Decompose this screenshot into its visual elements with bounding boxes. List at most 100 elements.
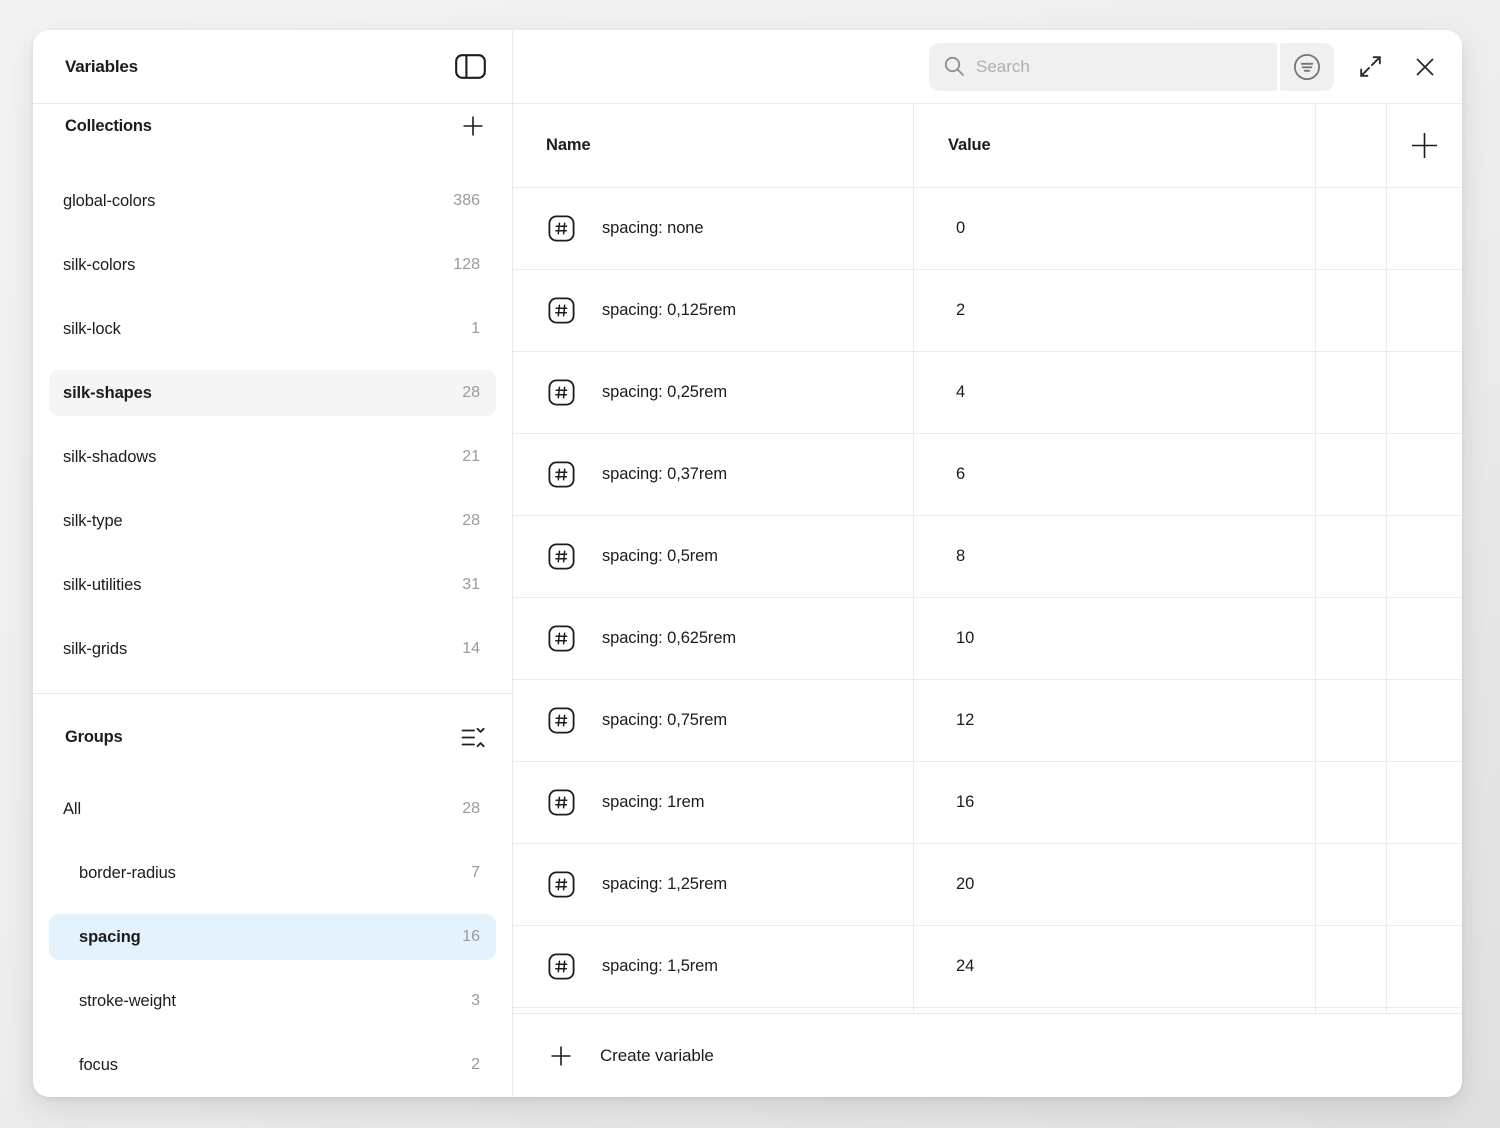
collection-label: silk-shadows — [63, 448, 462, 467]
column-header-value: Value — [914, 104, 1316, 187]
close-button[interactable] — [1410, 52, 1440, 82]
variable-value: 10 — [956, 629, 974, 648]
table-row[interactable]: spacing: none 0 — [513, 188, 1462, 270]
toggle-sidebar-button[interactable] — [455, 54, 486, 79]
collapse-groups-button[interactable] — [460, 724, 486, 751]
collection-label: silk-lock — [63, 320, 471, 339]
add-mode-button[interactable] — [1409, 130, 1440, 161]
column-header-name: Name — [513, 104, 914, 187]
sidebar-item-group[interactable]: All 28 — [49, 777, 496, 841]
group-count: 2 — [471, 1056, 480, 1074]
number-variable-icon — [548, 707, 575, 734]
number-variable-icon — [548, 953, 575, 980]
search-placeholder: Search — [976, 57, 1030, 77]
filter-icon — [1293, 53, 1321, 81]
search-icon — [943, 55, 966, 78]
variable-name: spacing: 1,25rem — [602, 875, 727, 894]
variable-name: spacing: 0,75rem — [602, 711, 727, 730]
variable-name: spacing: 1rem — [602, 793, 704, 812]
sidebar-item-collection[interactable]: silk-shadows 21 — [49, 425, 496, 489]
number-variable-icon — [548, 461, 575, 488]
sidebar-item-collection[interactable]: silk-utilities 31 — [49, 553, 496, 617]
create-variable-label: Create variable — [600, 1046, 714, 1066]
groups-section-header: Groups — [33, 715, 512, 759]
variable-value: 2 — [956, 301, 965, 320]
sidebar-item-collection[interactable]: silk-grids 14 — [49, 617, 496, 681]
table-row[interactable]: spacing: 0,5rem 8 — [513, 516, 1462, 598]
toolbar: Search — [513, 30, 1462, 104]
page-title: Variables — [65, 57, 138, 77]
sidebar-item-collection[interactable]: silk-shapes 28 — [49, 361, 496, 425]
main-area: Search — [513, 30, 1462, 1097]
table-row[interactable]: spacing: 1,5rem 24 — [513, 926, 1462, 1008]
sidebar-item-collection[interactable]: silk-type 28 — [49, 489, 496, 553]
collections-section-header: Collections — [33, 104, 512, 148]
filter-button[interactable] — [1280, 43, 1334, 91]
group-count: 3 — [471, 992, 480, 1010]
sidebar: Variables Collections — [33, 30, 513, 1097]
panel-left-icon — [455, 54, 486, 79]
create-variable-button[interactable]: Create variable — [513, 1043, 714, 1069]
collections-title: Collections — [65, 117, 152, 136]
group-count: 7 — [471, 864, 480, 882]
table-row[interactable]: spacing: 0,75rem 12 — [513, 680, 1462, 762]
group-label: focus — [79, 1056, 471, 1075]
collection-label: silk-utilities — [63, 576, 462, 595]
variable-name: spacing: none — [602, 219, 703, 238]
variable-name: spacing: 0,625rem — [602, 629, 736, 648]
column-header-add — [1387, 104, 1462, 187]
collection-count: 128 — [453, 256, 480, 274]
variable-name: spacing: 0,37rem — [602, 465, 727, 484]
variable-value: 24 — [956, 957, 974, 976]
number-variable-icon — [548, 297, 575, 324]
column-header-empty — [1316, 104, 1387, 187]
table-body: spacing: none 0 — [513, 188, 1462, 1008]
plus-icon — [460, 113, 486, 139]
sidebar-item-group[interactable]: stroke-weight 3 — [49, 969, 496, 1033]
variable-name: spacing: 0,25rem — [602, 383, 727, 402]
table-row[interactable]: spacing: 0,37rem 6 — [513, 434, 1462, 516]
sidebar-divider — [33, 693, 512, 694]
collection-count: 386 — [453, 192, 480, 210]
sidebar-header: Variables — [33, 30, 512, 104]
sidebar-item-collection[interactable]: silk-colors 128 — [49, 233, 496, 297]
number-variable-icon — [548, 543, 575, 570]
variable-value: 8 — [956, 547, 965, 566]
group-label: spacing — [79, 928, 462, 947]
collection-label: silk-shapes — [63, 384, 462, 403]
add-collection-button[interactable] — [460, 113, 486, 139]
number-variable-icon — [548, 625, 575, 652]
table-row[interactable]: spacing: 0,25rem 4 — [513, 352, 1462, 434]
table-row[interactable]: spacing: 0,625rem 10 — [513, 598, 1462, 680]
sidebar-item-group[interactable]: focus 2 — [49, 1033, 496, 1097]
sidebar-item-collection[interactable]: silk-lock 1 — [49, 297, 496, 361]
search-input[interactable]: Search — [929, 43, 1277, 91]
table-header: Name Value — [513, 104, 1462, 188]
variable-value: 20 — [956, 875, 974, 894]
group-count: 16 — [462, 928, 480, 946]
group-label: border-radius — [79, 864, 471, 883]
variable-name: spacing: 1,5rem — [602, 957, 718, 976]
variable-value: 12 — [956, 711, 974, 730]
number-variable-icon — [548, 215, 575, 242]
variable-value: 4 — [956, 383, 965, 402]
expand-icon — [1356, 52, 1385, 81]
number-variable-icon — [548, 789, 575, 816]
variable-value: 16 — [956, 793, 974, 812]
variable-value: 6 — [956, 465, 965, 484]
sidebar-item-collection[interactable]: global-colors 386 — [49, 169, 496, 233]
collection-count: 28 — [462, 384, 480, 402]
variable-name: spacing: 0,5rem — [602, 547, 718, 566]
table-row[interactable]: spacing: 0,125rem 2 — [513, 270, 1462, 352]
number-variable-icon — [548, 871, 575, 898]
number-variable-icon — [548, 379, 575, 406]
collection-count: 28 — [462, 512, 480, 530]
collection-count: 31 — [462, 576, 480, 594]
variable-name: spacing: 0,125rem — [602, 301, 736, 320]
table-row[interactable]: spacing: 1rem 16 — [513, 762, 1462, 844]
sidebar-item-group[interactable]: border-radius 7 — [49, 841, 496, 905]
expand-button[interactable] — [1355, 52, 1385, 82]
sidebar-item-group[interactable]: spacing 16 — [49, 905, 496, 969]
table-footer: Create variable — [513, 1013, 1462, 1097]
table-row[interactable]: spacing: 1,25rem 20 — [513, 844, 1462, 926]
